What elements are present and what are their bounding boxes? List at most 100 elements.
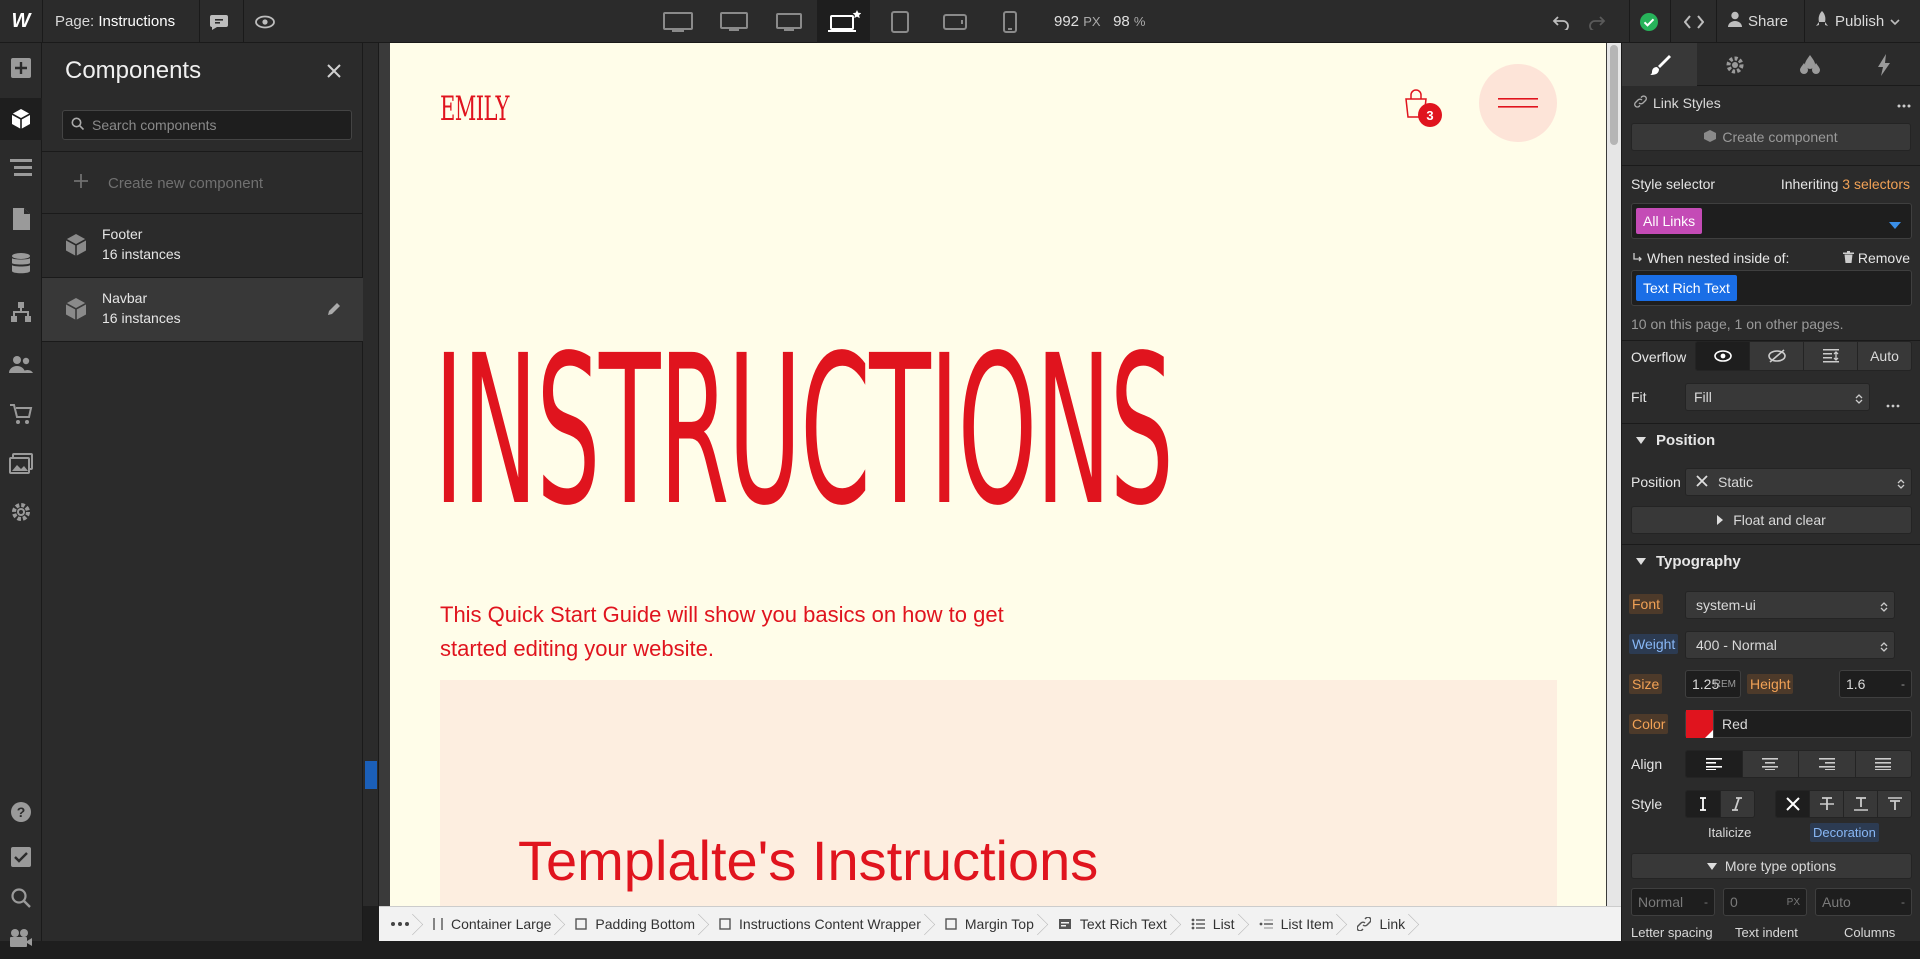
comment-icon[interactable] <box>207 10 231 34</box>
breakpoint-tablet-icon[interactable] <box>877 0 922 43</box>
align-left-icon[interactable] <box>1686 751 1742 777</box>
more-type-options-button[interactable]: More type options <box>1631 853 1912 879</box>
float-and-clear-button[interactable]: Float and clear <box>1631 506 1912 534</box>
cms-database-icon[interactable] <box>0 243 42 285</box>
overflow-scroll-icon[interactable] <box>1803 342 1857 370</box>
edit-pencil-icon[interactable] <box>327 302 341 319</box>
tab-style-manager-drops-icon[interactable] <box>1772 43 1847 86</box>
position-section-header[interactable]: Position <box>1622 423 1920 457</box>
typography-section-header[interactable]: Typography <box>1622 544 1920 578</box>
publish-status-check-icon[interactable] <box>1636 10 1662 34</box>
regular-style-icon[interactable] <box>1686 791 1720 817</box>
settings-gear-icon[interactable] <box>0 491 42 533</box>
scrollbar-thumb[interactable] <box>1610 45 1618 145</box>
text-indent-unit[interactable]: PX <box>1787 897 1800 908</box>
letter-spacing-input[interactable]: Normal - <box>1631 888 1715 916</box>
close-icon[interactable] <box>322 59 346 83</box>
fit-more-icon[interactable] <box>1886 395 1900 411</box>
help-icon[interactable]: ? <box>0 791 42 833</box>
breakpoint-landscape-icon[interactable] <box>932 0 977 43</box>
line-height-unit[interactable]: - <box>1901 677 1905 691</box>
overflow-visible-eye-icon[interactable] <box>1696 342 1749 370</box>
tab-settings-gear-icon[interactable] <box>1697 43 1772 86</box>
overflow-auto-button[interactable]: Auto <box>1857 342 1911 370</box>
line-height-input[interactable]: 1.6 - <box>1839 670 1912 698</box>
logic-flow-icon[interactable] <box>0 291 42 333</box>
breadcrumb-item[interactable]: Margin Top <box>931 907 1044 942</box>
audit-checklist-icon[interactable] <box>0 836 42 878</box>
pages-icon[interactable] <box>0 198 42 240</box>
breadcrumb-item[interactable]: Padding Bottom <box>561 907 705 942</box>
selector-chip-text-rich-text[interactable]: Text Rich Text <box>1636 275 1737 301</box>
breadcrumb-item[interactable]: Text Rich Text <box>1044 907 1177 942</box>
size-unit[interactable]: REM <box>1714 679 1736 690</box>
nested-selector-field[interactable]: Text Rich Text <box>1631 270 1912 306</box>
color-swatch[interactable] <box>1686 710 1714 738</box>
decoration-none-x-icon[interactable] <box>1776 791 1809 817</box>
position-select[interactable]: Static <box>1685 468 1912 496</box>
page-selector[interactable]: Page: Instructions <box>55 13 175 30</box>
brand-logo[interactable]: EMILY <box>440 89 509 129</box>
style-selector-field[interactable]: All Links <box>1631 203 1912 239</box>
tab-interactions-lightning-icon[interactable] <box>1847 43 1920 86</box>
columns-unit[interactable]: - <box>1901 895 1905 909</box>
text-indent-input[interactable]: 0 PX <box>1723 888 1807 916</box>
breadcrumb-item[interactable]: Instructions Content Wrapper <box>705 907 931 942</box>
breadcrumb-item[interactable]: Container Large <box>419 907 561 942</box>
cart-bag-icon[interactable]: 3 <box>1402 87 1442 127</box>
navigator-icon[interactable] <box>0 147 42 189</box>
create-component-button[interactable]: Create new component <box>42 162 363 204</box>
color-input[interactable]: Red <box>1685 710 1912 738</box>
more-options-icon[interactable] <box>1897 95 1911 111</box>
columns-input[interactable]: Auto - <box>1815 888 1912 916</box>
component-item-footer[interactable]: Footer 16 instances <box>42 214 363 277</box>
fit-select[interactable]: Fill <box>1685 383 1870 411</box>
video-tutorials-icon[interactable] <box>0 917 42 959</box>
italic-style-icon[interactable] <box>1719 791 1754 817</box>
menu-hamburger-button[interactable] <box>1479 64 1557 142</box>
webflow-logo[interactable]: W <box>0 0 42 43</box>
breakpoint-portrait-icon[interactable] <box>987 0 1032 43</box>
ecommerce-cart-icon[interactable] <box>0 393 42 435</box>
selector-chip-all-links[interactable]: All Links <box>1636 208 1703 234</box>
create-component-button[interactable]: Create component <box>1631 123 1911 151</box>
breakpoint-desktop-base-icon[interactable] <box>817 0 870 43</box>
preview-eye-icon[interactable] <box>252 10 278 34</box>
inheriting-info[interactable]: Inheriting 3 selectors <box>1781 176 1910 192</box>
assets-images-icon[interactable] <box>0 443 42 485</box>
font-select[interactable]: system-ui <box>1685 591 1895 619</box>
breadcrumb-item-current[interactable]: Link <box>1343 907 1415 942</box>
components-cube-icon[interactable] <box>0 98 42 140</box>
page-prefix: Page: <box>55 13 95 30</box>
search-icon[interactable] <box>0 877 42 919</box>
canvas-scrollbar[interactable] <box>1607 43 1621 906</box>
size-input[interactable]: 1.25 REM <box>1685 670 1741 698</box>
breadcrumb-more-icon[interactable] <box>379 907 419 942</box>
add-elements-icon[interactable] <box>0 47 42 89</box>
breadcrumb-item[interactable]: List Item <box>1245 907 1344 942</box>
redo-icon[interactable] <box>1584 10 1610 34</box>
breakpoint-large-icon[interactable] <box>766 0 811 43</box>
tab-style-brush-icon[interactable] <box>1622 43 1697 86</box>
code-export-icon[interactable] <box>1679 10 1709 34</box>
breadcrumb-item[interactable]: List <box>1177 907 1245 942</box>
breakpoint-xxl-icon[interactable] <box>655 0 700 43</box>
remove-nesting-button[interactable]: Remove <box>1842 250 1910 266</box>
share-button[interactable]: Share <box>1728 11 1788 31</box>
overflow-hidden-eye-icon[interactable] <box>1749 342 1803 370</box>
align-justify-icon[interactable] <box>1854 751 1911 777</box>
breakpoint-xl-icon[interactable] <box>711 0 756 43</box>
component-item-navbar[interactable]: Navbar 16 instances <box>42 278 363 341</box>
publish-button[interactable]: Publish <box>1815 11 1900 31</box>
align-right-icon[interactable] <box>1798 751 1855 777</box>
overline-icon[interactable] <box>1877 791 1911 817</box>
letter-spacing-unit[interactable]: - <box>1704 895 1708 909</box>
strikethrough-icon[interactable] <box>1809 791 1843 817</box>
weight-select[interactable]: 400 - Normal <box>1685 631 1895 659</box>
search-input[interactable]: Search components <box>62 110 352 140</box>
users-icon[interactable] <box>0 343 42 385</box>
selector-dropdown-icon[interactable] <box>1889 217 1901 233</box>
align-center-icon[interactable] <box>1741 751 1798 777</box>
undo-icon[interactable] <box>1548 10 1574 34</box>
underline-icon[interactable] <box>1843 791 1877 817</box>
